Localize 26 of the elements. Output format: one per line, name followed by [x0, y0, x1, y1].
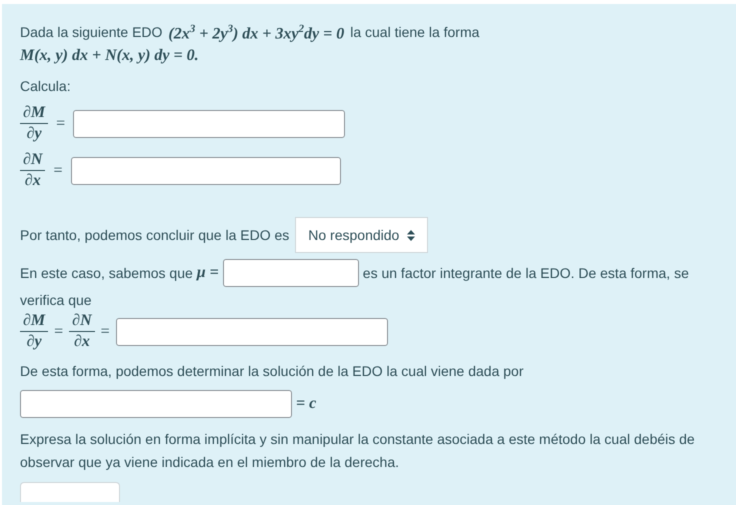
fraction-denominator: ∂y: [26, 332, 43, 352]
intro-text: Dada la siguiente EDO: [20, 22, 162, 42]
fraction-numerator: ∂N: [22, 150, 44, 170]
fraction-numerator: ∂M: [22, 103, 46, 124]
equals-sign: =: [53, 160, 62, 181]
equation-form: M(x, y) dx + N(x, y) dy = 0.: [20, 46, 199, 66]
fraction-denominator: ∂x: [24, 171, 42, 192]
prompt-text: Calcula:: [20, 77, 71, 96]
fraction-denominator: ∂y: [26, 124, 43, 144]
fraction-denominator: ∂x: [72, 332, 91, 352]
factor-text: es un factor integrante de la EDO. De esta forma, se: [362, 264, 689, 284]
mu-symbol: μ =: [196, 263, 219, 284]
equals-sign: =: [100, 322, 110, 342]
answer-select[interactable]: No respondido: [295, 217, 428, 254]
instruction-text: Expresa la solución en forma implícita y sin manipular la constante asociada a este método la cual debéis de observar que ya viene indicada en el miembro de la derecha.: [20, 430, 696, 472]
equals-constant: = c: [296, 394, 316, 414]
factor-text: verifica que: [20, 291, 92, 310]
equals-sign: =: [56, 114, 66, 134]
fraction-numerator: ∂N: [71, 311, 94, 332]
factor-text: En este caso, sabemos que: [20, 264, 193, 284]
conclusion-text: Por tanto, podemos concluir que la EDO es: [20, 226, 290, 246]
equation: (2x$^{3}$ + 2y$^{3}$) dx + 3xy$^{2}$dy = 0: [168, 22, 344, 44]
equals-sign: =: [54, 322, 64, 342]
fraction-numerator: ∂M: [22, 311, 46, 332]
intro-text: la cual tiene la forma: [350, 22, 480, 42]
solution-text: De esta forma, podemos determinar la solución de la EDO la cual viene dada por: [20, 362, 524, 382]
